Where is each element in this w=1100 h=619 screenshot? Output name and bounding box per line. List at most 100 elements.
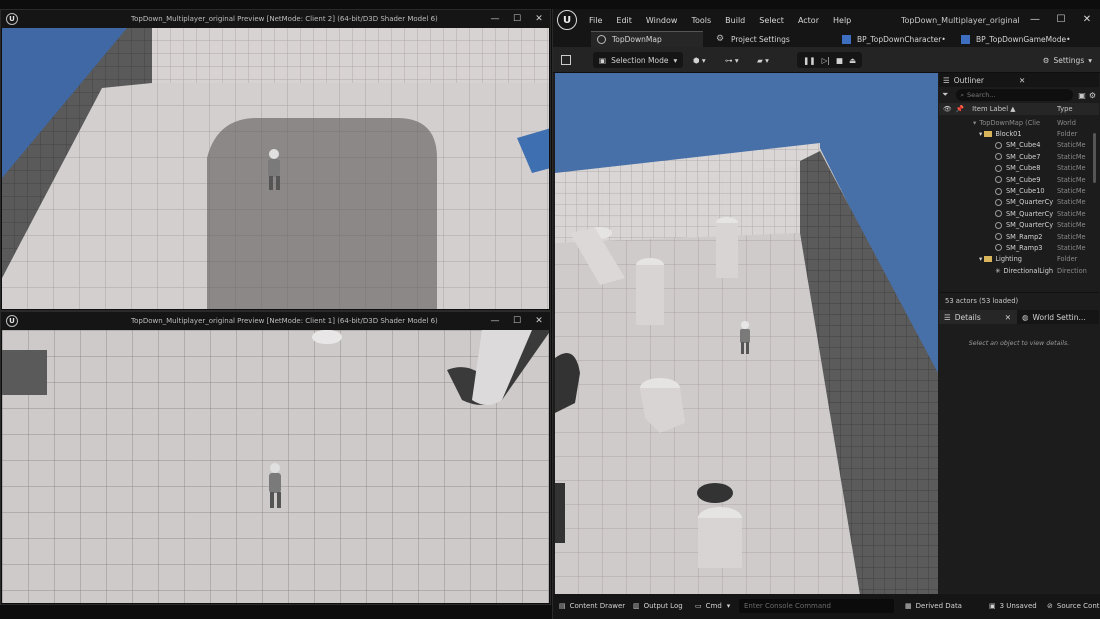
column-type[interactable]: Type bbox=[1057, 105, 1073, 113]
content-drawer-button[interactable]: ▤ Content Drawer bbox=[559, 599, 625, 613]
tab-bp-topdowncharacter[interactable]: BP_TopDownCharacter• bbox=[836, 31, 953, 47]
output-log-button[interactable]: ▥ Output Log bbox=[633, 599, 683, 613]
step-button[interactable]: ▷| bbox=[822, 56, 830, 65]
static-mesh-icon bbox=[995, 210, 1002, 218]
output-log-label: Output Log bbox=[643, 602, 683, 610]
close-tab-icon[interactable]: ✕ bbox=[1019, 76, 1025, 85]
minimize-button[interactable]: — bbox=[484, 312, 506, 330]
menu-build[interactable]: Build bbox=[725, 16, 745, 25]
list-item[interactable]: SM_Ramp3 StaticMe bbox=[939, 242, 1099, 253]
tab-project-settings[interactable]: ⚙ Project Settings bbox=[710, 31, 830, 47]
menu-actor[interactable]: Actor bbox=[798, 16, 819, 25]
row-type: StaticMe bbox=[1057, 209, 1086, 218]
menu-help[interactable]: Help bbox=[833, 16, 851, 25]
column-item-label[interactable]: Item Label ▲ bbox=[972, 105, 1015, 113]
outliner-search-row: ⏷ ⌕ Search... ▣ ⚙ bbox=[939, 87, 1099, 103]
outliner-scrollbar[interactable] bbox=[1093, 133, 1096, 183]
list-item[interactable]: ▾ TopDownMap (Clie World bbox=[939, 117, 1099, 128]
unreal-editor-window[interactable]: U File Edit Window Tools Build Select Ac… bbox=[552, 9, 1100, 619]
console-placeholder: Enter Console Command bbox=[744, 602, 832, 610]
search-icon: ⌕ bbox=[960, 90, 965, 99]
row-label: SM_Cube10 bbox=[1006, 187, 1045, 196]
menu-window[interactable]: Window bbox=[646, 16, 678, 25]
list-item[interactable]: SM_QuarterCy StaticMe bbox=[939, 220, 1099, 231]
list-item[interactable]: SM_Cube4 StaticMe bbox=[939, 140, 1099, 151]
chevron-down-icon: ▾ bbox=[726, 602, 731, 610]
list-item[interactable]: SM_QuarterCy StaticMe bbox=[939, 208, 1099, 219]
eject-button[interactable]: ⏏ bbox=[849, 56, 856, 65]
menu-select[interactable]: Select bbox=[759, 16, 784, 25]
folder-icon bbox=[984, 256, 993, 263]
maximize-button[interactable]: ☐ bbox=[506, 312, 528, 330]
cmd-dropdown[interactable]: ▭ Cmd ▾ bbox=[695, 599, 730, 613]
selection-mode-dropdown[interactable]: ▣ Selection Mode ▾ bbox=[593, 52, 684, 68]
list-item[interactable]: ▾ Block01 Folder bbox=[939, 128, 1099, 139]
level-viewport[interactable] bbox=[555, 73, 938, 595]
row-type: Folder bbox=[1057, 130, 1078, 139]
pause-button[interactable]: ❚❚ bbox=[803, 56, 816, 65]
row-label: SM_Cube9 bbox=[1006, 175, 1041, 184]
add-actor-button[interactable]: ⬢ ▾ bbox=[693, 52, 706, 68]
outliner-footer: 53 actors (53 loaded) bbox=[939, 292, 1099, 308]
stop-button[interactable]: ■ bbox=[836, 56, 843, 65]
maximize-button[interactable]: ☐ bbox=[1048, 9, 1074, 31]
blueprints-button[interactable]: ⊶ ▾ bbox=[725, 52, 739, 68]
close-button[interactable]: ✕ bbox=[528, 312, 550, 330]
menu-file[interactable]: File bbox=[589, 16, 602, 25]
close-button[interactable]: ✕ bbox=[1074, 9, 1100, 31]
list-item[interactable]: SM_QuarterCy StaticMe bbox=[939, 197, 1099, 208]
outliner-search-input[interactable]: ⌕ Search... bbox=[956, 89, 1074, 101]
menu-tools[interactable]: Tools bbox=[691, 16, 711, 25]
save-icon bbox=[561, 55, 571, 65]
editor-window-title: TopDown_Multiplayer_original bbox=[901, 16, 1020, 25]
minimize-button[interactable]: — bbox=[1022, 9, 1048, 31]
derived-data-button[interactable]: ▦ Derived Data bbox=[905, 599, 962, 613]
cinematics-button[interactable]: ▰ ▾ bbox=[757, 52, 769, 68]
close-button[interactable]: ✕ bbox=[528, 10, 550, 28]
filter-icon[interactable]: ⏷ bbox=[942, 90, 948, 100]
list-item[interactable]: SM_Cube8 StaticMe bbox=[939, 163, 1099, 174]
tab-world-settings[interactable]: ◍ World Settin... bbox=[1017, 310, 1091, 324]
client1-viewport[interactable] bbox=[2, 330, 549, 603]
list-item[interactable]: SM_Cube9 StaticMe bbox=[939, 174, 1099, 185]
list-item[interactable]: SM_Ramp2 StaticMe bbox=[939, 231, 1099, 242]
client2-preview-window[interactable]: U TopDown_Multiplayer_original Preview [… bbox=[0, 9, 551, 311]
row-type: StaticMe bbox=[1057, 187, 1086, 196]
visibility-eye-icon[interactable]: 👁 bbox=[943, 105, 952, 113]
static-mesh-icon bbox=[995, 141, 1002, 149]
client1-title-bar[interactable]: U TopDown_Multiplayer_original Preview [… bbox=[1, 312, 550, 330]
client2-title-bar[interactable]: U TopDown_Multiplayer_original Preview [… bbox=[1, 10, 550, 28]
tab-bp-topdowngamemode[interactable]: BP_TopDownGameMode• bbox=[955, 31, 1095, 47]
tab-topdownmap[interactable]: TopDownMap bbox=[591, 31, 703, 47]
add-actor-icon: ⬢ ▾ bbox=[693, 55, 706, 65]
tab-details[interactable]: ☰ Details ✕ bbox=[939, 310, 1017, 324]
maximize-button[interactable]: ☐ bbox=[506, 10, 528, 28]
clapper-icon: ▰ ▾ bbox=[757, 55, 769, 65]
static-mesh-icon bbox=[995, 187, 1002, 195]
list-item[interactable]: ✳ DirectionalLigh Direction bbox=[939, 265, 1099, 276]
console-input[interactable]: Enter Console Command bbox=[739, 599, 894, 613]
list-item[interactable]: SM_Cube10 StaticMe bbox=[939, 185, 1099, 196]
save-button[interactable] bbox=[561, 52, 571, 68]
pin-icon[interactable]: 📌 bbox=[956, 105, 964, 113]
settings-button[interactable]: ⚙ Settings ▾ bbox=[1043, 52, 1092, 68]
gear-icon: ⚙ bbox=[1042, 55, 1050, 65]
list-item[interactable]: ▾ Lighting Folder bbox=[939, 254, 1099, 265]
row-type: StaticMe bbox=[1057, 232, 1086, 241]
client1-preview-window[interactable]: U TopDown_Multiplayer_original Preview [… bbox=[0, 311, 551, 605]
row-label: DirectionalLigh bbox=[1003, 266, 1054, 275]
gear-icon[interactable]: ⚙ bbox=[1089, 91, 1096, 100]
client2-viewport[interactable] bbox=[2, 28, 549, 309]
add-folder-icon[interactable]: ▣ bbox=[1078, 91, 1086, 100]
globe-icon: ◍ bbox=[1022, 312, 1029, 322]
list-item[interactable]: SM_Cube7 StaticMe bbox=[939, 151, 1099, 162]
client2-scene bbox=[2, 28, 549, 309]
source-control-button[interactable]: ⊘ Source Cont bbox=[1047, 599, 1100, 613]
minimize-button[interactable]: — bbox=[484, 10, 506, 28]
source-control-icon: ⊘ bbox=[1047, 602, 1053, 610]
close-tab-icon[interactable]: ✕ bbox=[1005, 313, 1011, 322]
log-icon: ▥ bbox=[633, 602, 640, 610]
unsaved-button[interactable]: ▣ 3 Unsaved bbox=[989, 599, 1037, 613]
editor-toolbar: ▣ Selection Mode ▾ ⬢ ▾ ⊶ ▾ ▰ ▾ ❚❚ ▷| ■ ⏏… bbox=[553, 47, 1100, 73]
menu-edit[interactable]: Edit bbox=[616, 16, 632, 25]
